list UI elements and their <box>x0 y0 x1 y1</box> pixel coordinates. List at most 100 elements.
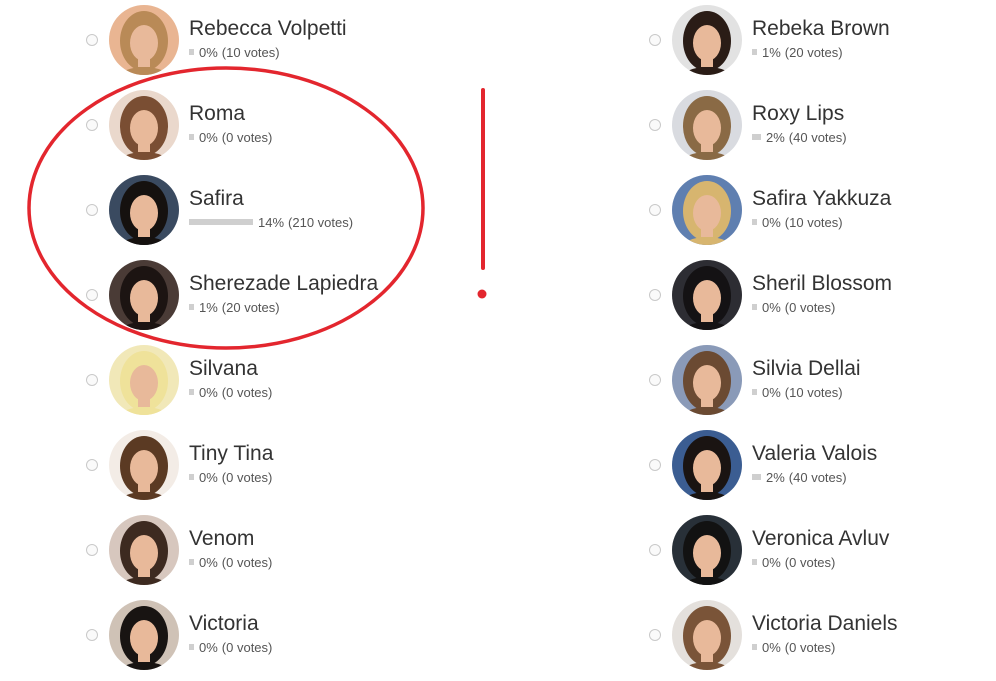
radio-button[interactable] <box>649 629 661 641</box>
vote-bar <box>752 474 761 480</box>
option-name: Safira <box>189 187 244 210</box>
poll-option-veronica-avluv[interactable]: Veronica Avluv 0% (0 votes) <box>647 510 987 595</box>
vote-percent: 1% <box>762 44 781 60</box>
option-stats: 2% (40 votes) <box>752 129 847 145</box>
vote-count: (210 votes) <box>288 214 354 230</box>
vote-bar <box>752 644 757 650</box>
vote-bar <box>752 559 757 565</box>
poll-option-safira-yakkuza[interactable]: Safira Yakkuza 0% (10 votes) <box>647 170 987 255</box>
option-stats: 0% (10 votes) <box>752 214 843 230</box>
radio-button[interactable] <box>649 119 661 131</box>
poll-column-right: Rebeka Brown 1% (20 votes) Roxy Lips 2% … <box>647 0 987 680</box>
radio-button[interactable] <box>86 544 98 556</box>
poll-option-venom[interactable]: Venom 0% (0 votes) <box>84 510 504 595</box>
poll-option-safira[interactable]: Safira 14% (210 votes) <box>84 170 504 255</box>
poll-option-silvana[interactable]: Silvana 0% (0 votes) <box>84 340 504 425</box>
option-name: Rebeka Brown <box>752 17 890 40</box>
avatar <box>672 515 742 585</box>
option-name: Safira Yakkuza <box>752 187 892 210</box>
radio-button[interactable] <box>649 204 661 216</box>
vote-count: (0 votes) <box>784 554 836 570</box>
radio-button[interactable] <box>86 289 98 301</box>
vote-percent: 0% <box>199 129 218 145</box>
poll-option-roxy-lips[interactable]: Roxy Lips 2% (40 votes) <box>647 85 987 170</box>
option-name: Roma <box>189 102 246 125</box>
option-stats: 0% (0 votes) <box>189 384 272 400</box>
option-stats: 0% (10 votes) <box>752 384 843 400</box>
radio-button[interactable] <box>86 629 98 641</box>
vote-bar <box>189 219 253 225</box>
vote-percent: 0% <box>199 639 218 655</box>
vote-percent: 0% <box>199 44 218 60</box>
option-stats: 2% (40 votes) <box>752 469 847 485</box>
radio-button[interactable] <box>649 459 661 471</box>
vote-count: (0 votes) <box>784 639 836 655</box>
radio-button[interactable] <box>649 34 661 46</box>
avatar <box>109 175 179 245</box>
avatar <box>672 345 742 415</box>
option-stats: 1% (20 votes) <box>752 44 843 60</box>
poll-option-victoria-daniels[interactable]: Victoria Daniels 0% (0 votes) <box>647 595 987 680</box>
option-name: Sheril Blossom <box>752 272 893 295</box>
poll-option-silvia-dellai[interactable]: Silvia Dellai 0% (10 votes) <box>647 340 987 425</box>
poll-option-rebecca-volpetti[interactable]: Rebecca Volpetti 0% (10 votes) <box>84 0 504 85</box>
option-name: Roxy Lips <box>752 102 845 125</box>
avatar <box>109 600 179 670</box>
avatar <box>109 5 179 75</box>
option-name: Venom <box>189 527 255 550</box>
vote-percent: 0% <box>762 554 781 570</box>
vote-bar <box>189 559 194 565</box>
poll-option-tiny-tina[interactable]: Tiny Tina 0% (0 votes) <box>84 425 504 510</box>
vote-count: (10 votes) <box>221 44 280 60</box>
radio-button[interactable] <box>649 289 661 301</box>
radio-button[interactable] <box>649 374 661 386</box>
vote-percent: 0% <box>199 469 218 485</box>
option-name: Silvia Dellai <box>752 357 861 380</box>
avatar <box>109 345 179 415</box>
vote-bar <box>189 474 194 480</box>
radio-button[interactable] <box>649 544 661 556</box>
vote-count: (0 votes) <box>221 129 273 145</box>
option-name: Valeria Valois <box>752 442 878 465</box>
radio-button[interactable] <box>86 204 98 216</box>
vote-count: (20 votes) <box>221 299 280 315</box>
vote-bar <box>189 49 194 55</box>
avatar <box>672 600 742 670</box>
radio-button[interactable] <box>86 119 98 131</box>
option-stats: 0% (0 votes) <box>752 639 835 655</box>
poll-column-left: Rebecca Volpetti 0% (10 votes) Roma 0% (… <box>84 0 504 680</box>
vote-count: (0 votes) <box>221 469 273 485</box>
option-stats: 0% (0 votes) <box>189 129 272 145</box>
radio-button[interactable] <box>86 374 98 386</box>
vote-count: (0 votes) <box>221 384 273 400</box>
avatar <box>109 430 179 500</box>
vote-count: (20 votes) <box>784 44 843 60</box>
poll-option-sheril-blossom[interactable]: Sheril Blossom 0% (0 votes) <box>647 255 987 340</box>
poll-option-victoria[interactable]: Victoria 0% (0 votes) <box>84 595 504 680</box>
avatar <box>109 515 179 585</box>
poll-option-sherezade-lapiedra[interactable]: Sherezade Lapiedra 1% (20 votes) <box>84 255 504 340</box>
avatar <box>672 90 742 160</box>
poll-option-valeria-valois[interactable]: Valeria Valois 2% (40 votes) <box>647 425 987 510</box>
vote-bar <box>189 304 194 310</box>
option-name: Sherezade Lapiedra <box>189 272 379 295</box>
radio-button[interactable] <box>86 34 98 46</box>
vote-percent: 0% <box>199 554 218 570</box>
avatar <box>672 5 742 75</box>
poll-option-roma[interactable]: Roma 0% (0 votes) <box>84 85 504 170</box>
vote-percent: 0% <box>762 384 781 400</box>
vote-count: (0 votes) <box>221 639 273 655</box>
avatar <box>109 260 179 330</box>
vote-bar <box>752 219 757 225</box>
vote-percent: 0% <box>199 384 218 400</box>
avatar <box>109 90 179 160</box>
vote-bar <box>752 49 757 55</box>
poll-option-rebeka-brown[interactable]: Rebeka Brown 1% (20 votes) <box>647 0 987 85</box>
vote-bar <box>189 644 194 650</box>
option-stats: 0% (0 votes) <box>189 469 272 485</box>
vote-count: (40 votes) <box>788 469 847 485</box>
radio-button[interactable] <box>86 459 98 471</box>
avatar <box>672 430 742 500</box>
vote-percent: 2% <box>766 129 785 145</box>
vote-bar <box>189 389 194 395</box>
